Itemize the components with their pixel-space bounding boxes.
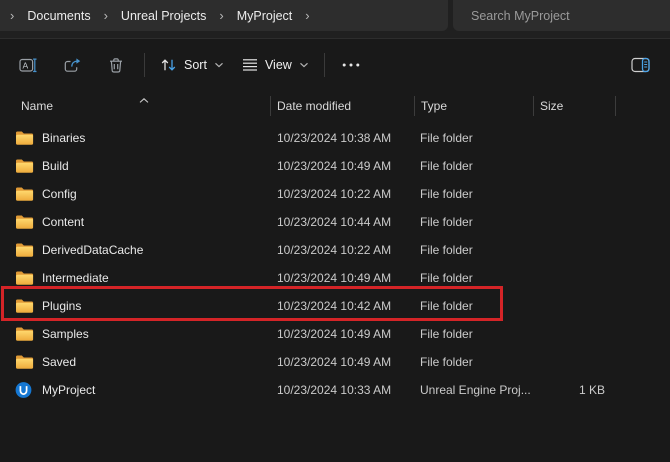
file-date-modified: 10/23/2024 10:33 AM <box>277 383 391 397</box>
file-name: Binaries <box>42 131 85 145</box>
sort-button[interactable]: Sort <box>151 48 233 82</box>
file-row-binaries[interactable]: Binaries 10/23/2024 10:38 AM File folder <box>0 124 670 152</box>
file-name: Content <box>42 215 84 229</box>
file-type: File folder <box>420 187 473 201</box>
folder-icon <box>15 355 34 370</box>
file-date-modified: 10/23/2024 10:22 AM <box>277 243 391 257</box>
folder-icon <box>15 271 34 286</box>
folder-icon <box>15 299 34 314</box>
trash-icon <box>108 57 124 74</box>
chevron-right-icon: › <box>104 9 108 22</box>
folder-icon <box>15 187 34 202</box>
file-type: File folder <box>420 243 473 257</box>
toolbar-divider <box>144 53 145 77</box>
file-name: Build <box>42 159 69 173</box>
share-icon <box>63 57 82 74</box>
file-date-modified: 10/23/2024 10:49 AM <box>277 271 391 285</box>
column-header-type[interactable]: Type <box>421 99 447 113</box>
file-type: File folder <box>420 327 473 341</box>
view-list-icon <box>242 58 258 72</box>
column-divider[interactable] <box>270 96 271 116</box>
file-name: MyProject <box>42 383 95 397</box>
file-date-modified: 10/23/2024 10:49 AM <box>277 327 391 341</box>
file-name: Samples <box>42 327 89 341</box>
column-header-row: Name Date modified Type Size <box>0 91 670 121</box>
file-name: Config <box>42 187 77 201</box>
column-header-date-modified[interactable]: Date modified <box>277 99 351 113</box>
file-explorer-window: › Documents › Unreal Projects › MyProjec… <box>0 0 670 462</box>
file-row-deriveddatacache[interactable]: DerivedDataCache 10/23/2024 10:22 AM Fil… <box>0 236 670 264</box>
breadcrumb-item-documents[interactable]: Documents <box>27 9 90 23</box>
rename-button[interactable]: A <box>6 48 50 82</box>
navigation-bar: › Documents › Unreal Projects › MyProjec… <box>0 0 670 38</box>
file-name: Plugins <box>42 299 81 313</box>
file-size: 1 KB <box>533 383 605 397</box>
chevron-right-icon: › <box>10 9 14 22</box>
file-date-modified: 10/23/2024 10:49 AM <box>277 159 391 173</box>
folder-icon <box>15 243 34 258</box>
file-type: File folder <box>420 131 473 145</box>
file-type: File folder <box>420 299 473 313</box>
chevron-down-icon <box>214 62 224 68</box>
file-row-build[interactable]: Build 10/23/2024 10:49 AM File folder <box>0 152 670 180</box>
folder-icon <box>15 159 34 174</box>
sort-button-label: Sort <box>184 58 207 72</box>
file-row-config[interactable]: Config 10/23/2024 10:22 AM File folder <box>0 180 670 208</box>
share-button[interactable] <box>50 48 94 82</box>
file-row-content[interactable]: Content 10/23/2024 10:44 AM File folder <box>0 208 670 236</box>
address-bar[interactable]: › Documents › Unreal Projects › MyProjec… <box>0 0 448 31</box>
file-type: File folder <box>420 271 473 285</box>
breadcrumb-item-unreal-projects[interactable]: Unreal Projects <box>121 9 206 23</box>
breadcrumb-item-myproject[interactable]: MyProject <box>237 9 293 23</box>
file-row-intermediate[interactable]: Intermediate 10/23/2024 10:49 AM File fo… <box>0 264 670 292</box>
column-divider[interactable] <box>533 96 534 116</box>
file-date-modified: 10/23/2024 10:44 AM <box>277 215 391 229</box>
file-date-modified: 10/23/2024 10:42 AM <box>277 299 391 313</box>
column-divider[interactable] <box>414 96 415 116</box>
file-name: Intermediate <box>42 271 109 285</box>
file-row-saved[interactable]: Saved 10/23/2024 10:49 AM File folder <box>0 348 670 376</box>
unreal-engine-icon <box>15 382 32 399</box>
file-row-samples[interactable]: Samples 10/23/2024 10:49 AM File folder <box>0 320 670 348</box>
view-button[interactable]: View <box>233 48 318 82</box>
sort-ascending-icon <box>139 92 149 106</box>
view-button-label: View <box>265 58 292 72</box>
file-type: Unreal Engine Proj... <box>420 383 531 397</box>
file-type: File folder <box>420 215 473 229</box>
toolbar-divider <box>324 53 325 77</box>
file-date-modified: 10/23/2024 10:22 AM <box>277 187 391 201</box>
svg-text:A: A <box>22 60 28 70</box>
file-type: File folder <box>420 355 473 369</box>
ellipsis-icon <box>342 63 360 67</box>
file-row-plugins[interactable]: Plugins 10/23/2024 10:42 AM File folder <box>0 292 670 320</box>
folder-icon <box>15 215 34 230</box>
rename-icon: A <box>19 57 38 74</box>
details-pane-icon <box>631 57 650 73</box>
command-bar: A <box>0 39 670 91</box>
folder-icon <box>15 327 34 342</box>
sort-arrows-icon <box>160 57 177 73</box>
file-type: File folder <box>420 159 473 173</box>
explorer-body: A <box>0 38 670 462</box>
file-name: DerivedDataCache <box>42 243 143 257</box>
column-header-name[interactable]: Name <box>21 99 53 113</box>
see-more-button[interactable] <box>331 48 371 82</box>
file-date-modified: 10/23/2024 10:38 AM <box>277 131 391 145</box>
chevron-right-icon: › <box>219 9 223 22</box>
file-date-modified: 10/23/2024 10:49 AM <box>277 355 391 369</box>
folder-icon <box>15 131 34 146</box>
column-header-size[interactable]: Size <box>540 99 563 113</box>
file-row-myproject[interactable]: MyProject 10/23/2024 10:33 AM Unreal Eng… <box>0 376 670 404</box>
file-name: Saved <box>42 355 76 369</box>
chevron-right-icon: › <box>305 9 309 22</box>
file-list: Binaries 10/23/2024 10:38 AM File folder… <box>0 121 670 404</box>
column-divider[interactable] <box>615 96 616 116</box>
chevron-down-icon <box>299 62 309 68</box>
details-pane-toggle-button[interactable] <box>620 48 660 82</box>
delete-button[interactable] <box>94 48 138 82</box>
search-input[interactable] <box>453 0 670 31</box>
